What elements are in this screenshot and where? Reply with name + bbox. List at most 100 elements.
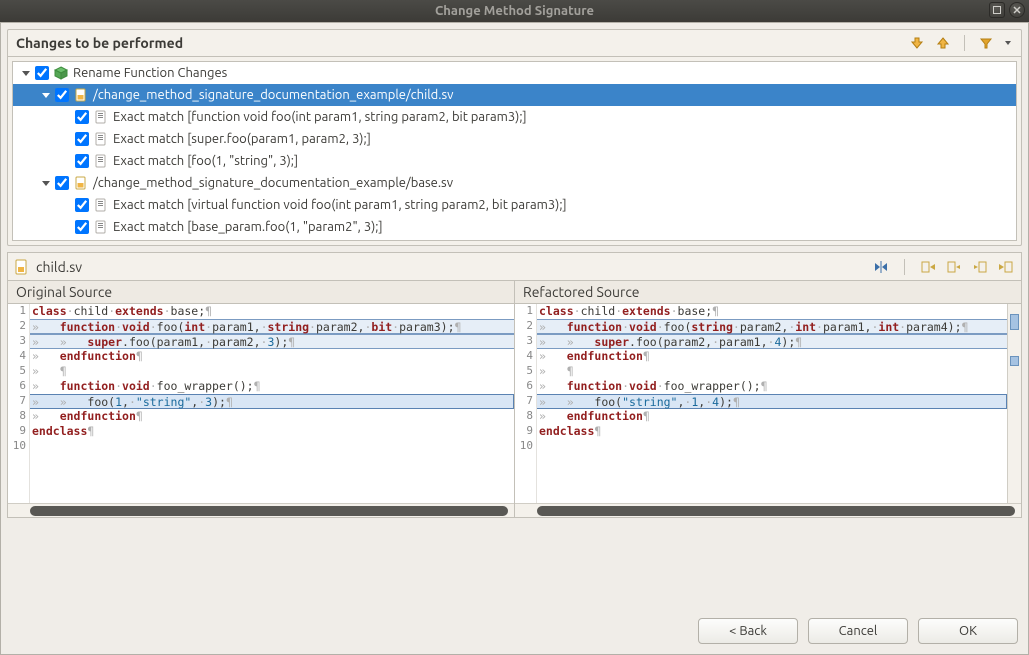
match-icon xyxy=(93,131,109,147)
filter-dropdown-icon[interactable] xyxy=(1003,34,1013,52)
tree-root-label: Rename Function Changes xyxy=(73,66,227,80)
code-line: » function·void·foo(string·param2,·int·p… xyxy=(537,319,1007,334)
code-line: » » super.foo(param1,·param2,·3);¶ xyxy=(30,334,514,349)
line-number: 10 xyxy=(515,439,533,454)
file-icon xyxy=(14,259,30,275)
tree-match[interactable]: Exact match [super.foo(param1, param2, 3… xyxy=(13,128,1016,150)
hscrollbar[interactable] xyxy=(515,503,1021,517)
tree-checkbox[interactable] xyxy=(55,176,69,190)
tree-twisty-icon[interactable] xyxy=(39,88,53,102)
code-line: endclass¶ xyxy=(537,424,1007,439)
tree-checkbox[interactable] xyxy=(75,132,89,146)
tree-match-label: Exact match [base_param.foo(1, "param2",… xyxy=(113,220,383,234)
original-code[interactable]: class·child·extends·base;¶» function·voi… xyxy=(30,304,514,503)
code-line: » endfunction¶ xyxy=(30,409,514,424)
line-number: 8 xyxy=(8,409,26,424)
dialog-content: Changes to be performed Rename Function … xyxy=(0,22,1029,655)
ok-button[interactable]: OK xyxy=(918,618,1018,644)
line-number: 1 xyxy=(515,304,533,319)
copy-all-rtl-icon[interactable] xyxy=(919,258,937,276)
tree-twisty-icon[interactable] xyxy=(39,176,53,190)
sv-file-icon xyxy=(73,175,89,191)
tree-match[interactable]: Exact match [function void foo(int param… xyxy=(13,106,1016,128)
button-bar: < Back Cancel OK xyxy=(7,608,1022,648)
tree-match[interactable]: Exact match [virtual function void foo(i… xyxy=(13,194,1016,216)
tree-file[interactable]: /change_method_signature_documentation_e… xyxy=(13,84,1016,106)
code-line: » function·void·foo_wrapper();¶ xyxy=(537,379,1007,394)
cancel-button[interactable]: Cancel xyxy=(808,618,908,644)
tree-match-label: Exact match [virtual function void foo(i… xyxy=(113,198,567,212)
code-line xyxy=(537,439,1007,454)
tree-checkbox[interactable] xyxy=(75,110,89,124)
line-number: 9 xyxy=(8,424,26,439)
original-title: Original Source xyxy=(8,281,514,304)
tree-checkbox[interactable] xyxy=(75,198,89,212)
tree-match-label: Exact match [function void foo(int param… xyxy=(113,110,527,124)
tree-match-label: Exact match [foo(1, "string", 3);] xyxy=(113,154,298,168)
code-line: » » foo(1,·"string",·3);¶ xyxy=(30,394,514,409)
gutter: 12345678910 xyxy=(515,304,537,503)
changes-panel: Changes to be performed Rename Function … xyxy=(7,29,1022,246)
prev-change-icon[interactable] xyxy=(934,34,952,52)
line-number: 10 xyxy=(8,439,26,454)
tree-twisty-icon[interactable] xyxy=(19,66,33,80)
changes-header-label: Changes to be performed xyxy=(16,35,908,51)
copy-rtl-icon[interactable] xyxy=(945,258,963,276)
tree-match[interactable]: Exact match [base_param.foo(1, "param2",… xyxy=(13,216,1016,238)
tree-checkbox[interactable] xyxy=(75,154,89,168)
line-number: 6 xyxy=(515,379,533,394)
match-icon xyxy=(93,153,109,169)
original-pane: Original Source 12345678910 class·child·… xyxy=(8,281,514,517)
overview-ruler[interactable] xyxy=(1007,304,1021,503)
copy-ltr-icon[interactable] xyxy=(971,258,989,276)
code-line: » ¶ xyxy=(30,364,514,379)
back-button[interactable]: < Back xyxy=(698,618,798,644)
code-line: » endfunction¶ xyxy=(537,409,1007,424)
line-number: 7 xyxy=(8,394,26,409)
changes-tree[interactable]: Rename Function Changes /change_method_s… xyxy=(12,61,1017,241)
code-line: » » super.foo(param2,·param1,·4);¶ xyxy=(537,334,1007,349)
copy-all-ltr-icon[interactable] xyxy=(997,258,1015,276)
line-number: 9 xyxy=(515,424,533,439)
refactored-title: Refactored Source xyxy=(515,281,1021,304)
sv-file-icon xyxy=(73,87,89,103)
code-line: » function·void·foo(int·param1,·string·p… xyxy=(30,319,514,334)
next-change-icon[interactable] xyxy=(908,34,926,52)
refactored-code[interactable]: class·child·extends·base;¶» function·voi… xyxy=(537,304,1007,503)
close-button[interactable] xyxy=(1009,2,1025,18)
code-line: » function·void·foo_wrapper();¶ xyxy=(30,379,514,394)
code-line xyxy=(30,439,514,454)
code-line: » » foo("string",·1,·4);¶ xyxy=(537,394,1007,409)
tree-file-path: /change_method_signature_documentation_e… xyxy=(93,88,453,102)
code-line: » endfunction¶ xyxy=(30,349,514,364)
line-number: 4 xyxy=(515,349,533,364)
code-line: » ¶ xyxy=(537,364,1007,379)
tree-checkbox[interactable] xyxy=(35,66,49,80)
tree-checkbox[interactable] xyxy=(55,88,69,102)
line-number: 3 xyxy=(515,334,533,349)
tree-file[interactable]: /change_method_signature_documentation_e… xyxy=(13,172,1016,194)
tree-match[interactable]: Exact match [foo(1, "string", 3);] xyxy=(13,150,1016,172)
preview-filename: child.sv xyxy=(36,259,872,275)
line-number: 3 xyxy=(8,334,26,349)
maximize-button[interactable] xyxy=(989,2,1005,18)
line-number: 2 xyxy=(515,319,533,334)
tree-checkbox[interactable] xyxy=(75,220,89,234)
match-icon xyxy=(93,109,109,125)
tree-root[interactable]: Rename Function Changes xyxy=(13,62,1016,84)
line-number: 4 xyxy=(8,349,26,364)
line-number: 7 xyxy=(515,394,533,409)
match-icon xyxy=(93,197,109,213)
package-icon xyxy=(53,65,69,81)
tree-file-path: /change_method_signature_documentation_e… xyxy=(93,176,453,190)
window-title: Change Method Signature xyxy=(435,4,594,18)
line-number: 2 xyxy=(8,319,26,334)
preview-panel: child.sv xyxy=(7,252,1022,518)
line-number: 1 xyxy=(8,304,26,319)
sync-icon[interactable] xyxy=(872,258,890,276)
hscrollbar[interactable] xyxy=(8,503,514,517)
tree-match-label: Exact match [super.foo(param1, param2, 3… xyxy=(113,132,371,146)
filter-icon[interactable] xyxy=(977,34,995,52)
code-line: class·child·extends·base;¶ xyxy=(537,304,1007,319)
spacer xyxy=(7,518,1022,608)
